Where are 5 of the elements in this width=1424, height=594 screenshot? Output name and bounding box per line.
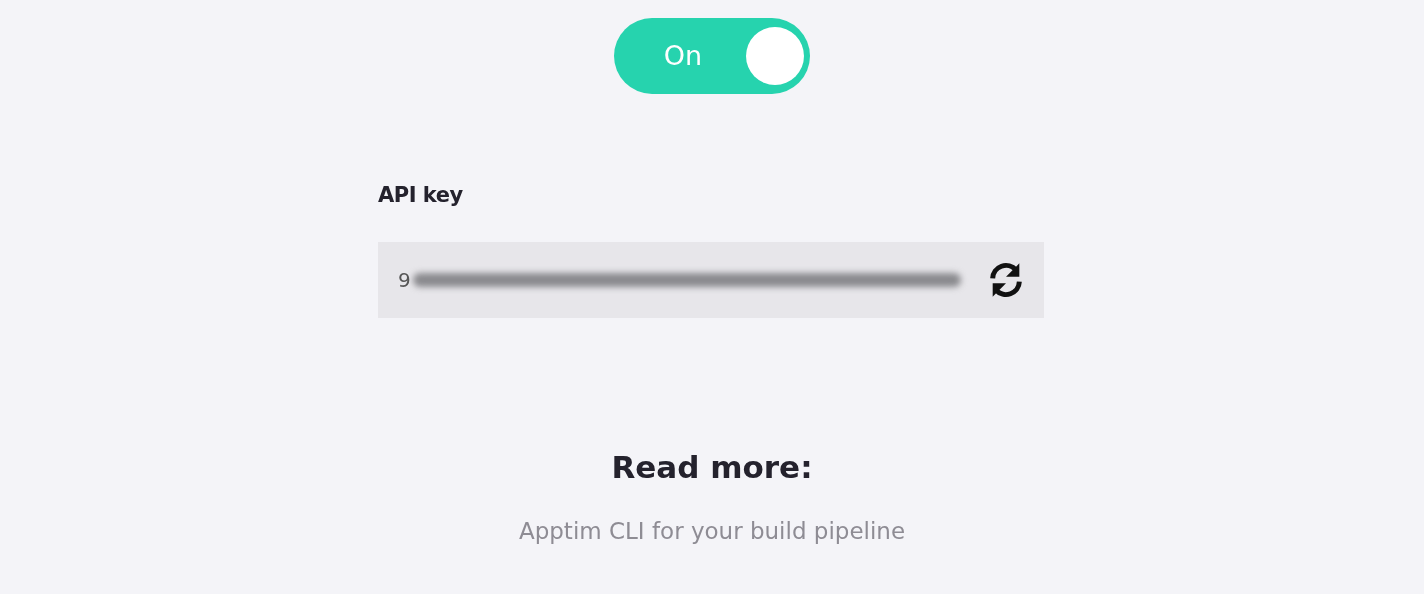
- section-heading: Read more:: [611, 447, 813, 487]
- on-off-toggle[interactable]: On: [614, 18, 810, 94]
- field-label: API key: [378, 182, 464, 209]
- api-key-field[interactable]: 9: [378, 241, 1044, 318]
- article-link[interactable]: Apptim CLI for your build pipeline: [518, 514, 906, 549]
